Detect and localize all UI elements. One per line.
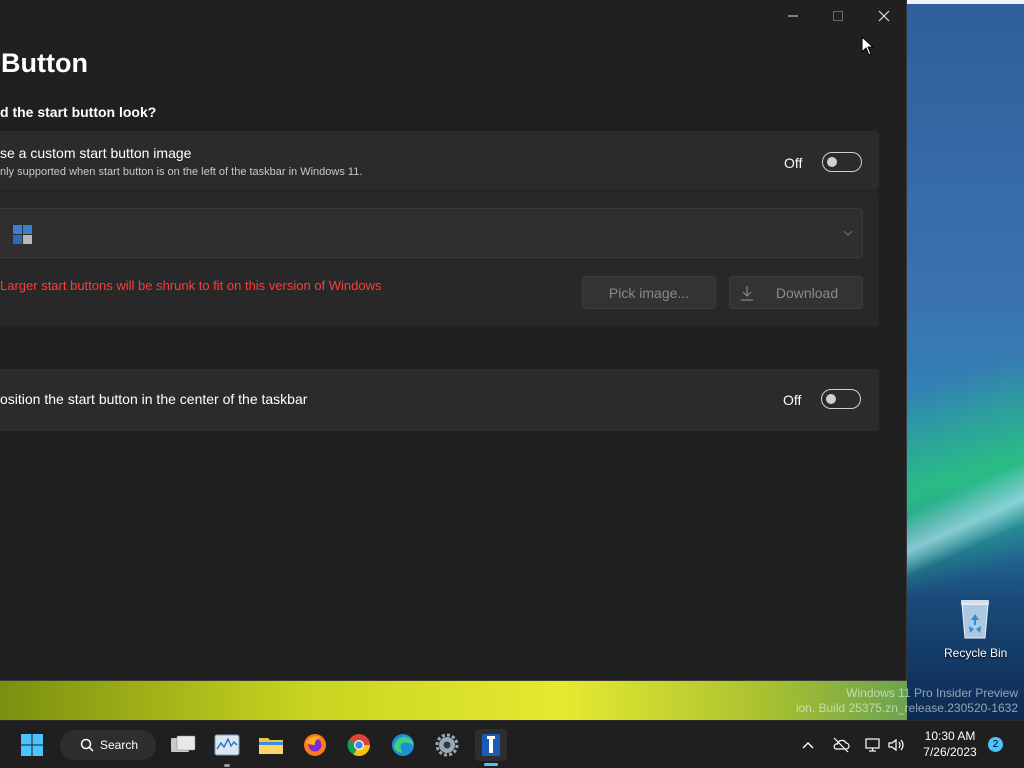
taskbar-clock[interactable]: 10:30 AM 7/26/2023 [916, 728, 984, 760]
download-icon [741, 286, 753, 301]
volume-icon[interactable] [887, 736, 905, 754]
taskbar-app-resource-monitor[interactable] [211, 729, 243, 767]
section-heading: d the start button look? [0, 104, 157, 120]
taskbar-app-file-explorer[interactable] [255, 729, 287, 761]
watermark-build: ion. Build 25375.zn_release.230520-1632 [795, 701, 1018, 715]
taskbar-app-chrome[interactable] [343, 729, 375, 761]
search-label: Search [100, 738, 139, 752]
firefox-icon [304, 734, 326, 756]
resource-monitor-icon [214, 734, 240, 756]
minimize-icon [788, 15, 798, 17]
recycle-bin-icon [958, 596, 992, 640]
task-view-icon [171, 735, 196, 752]
recycle-bin-shortcut[interactable]: Recycle Bin [944, 596, 1008, 660]
custom-image-title: se a custom start button image [0, 145, 192, 161]
chevron-down-icon [843, 230, 853, 236]
custom-image-subtitle: nly supported when start button is on th… [0, 166, 363, 178]
clock-date: 7/26/2023 [923, 745, 977, 759]
maximize-icon [833, 11, 843, 21]
chevron-up-icon[interactable] [800, 737, 816, 753]
clock-time: 10:30 AM [924, 729, 976, 743]
taskbar: Search 10:30 AM 7/26/2023 2 [0, 720, 1024, 768]
start-button[interactable] [16, 729, 48, 761]
download-label: Download [775, 284, 839, 301]
chrome-icon [347, 734, 370, 756]
maximize-button[interactable] [815, 0, 861, 32]
pick-image-button[interactable]: Pick image... [582, 276, 716, 309]
taskbar-app-edge[interactable] [387, 729, 419, 761]
search-icon [80, 738, 94, 752]
close-icon [878, 10, 890, 22]
running-indicator [224, 764, 230, 767]
custom-image-setting-card: se a custom start button image nly suppo… [0, 131, 879, 190]
center-position-title: osition the start button in the center o… [0, 391, 308, 407]
start-tool-app-icon [482, 734, 500, 756]
download-button[interactable]: Download [729, 276, 863, 309]
custom-image-toggle-state: Off [784, 155, 803, 171]
taskbar-search[interactable]: Search [60, 730, 156, 760]
folder-icon [259, 738, 283, 754]
notification-badge[interactable]: 2 [988, 737, 1003, 752]
center-position-setting-card: osition the start button in the center o… [0, 369, 879, 431]
settings-window: Button d the start button look? se a cus… [0, 0, 907, 681]
insider-watermark: Windows 11 Pro Insider Preview ion. Buil… [796, 686, 1018, 716]
edge-icon [392, 734, 414, 756]
center-position-toggle-state: Off [783, 392, 802, 408]
recycle-bin-label: Recycle Bin [944, 646, 1008, 660]
taskbar-app-settings[interactable] [431, 729, 463, 761]
minimize-button[interactable] [770, 0, 816, 32]
size-warning: Larger start buttons will be shrunk to f… [0, 278, 382, 293]
network-icon[interactable] [864, 736, 882, 754]
active-indicator [484, 763, 498, 766]
mouse-cursor-icon [861, 36, 875, 56]
taskbar-app-start-button-tool[interactable] [475, 729, 507, 766]
center-position-toggle[interactable] [821, 389, 861, 409]
task-view-button[interactable] [167, 729, 199, 761]
windows-start-icon [21, 734, 43, 756]
watermark-edition: Windows 11 Pro Insider Preview [846, 686, 1018, 700]
custom-image-toggle[interactable] [822, 152, 862, 172]
windows-logo-icon [13, 225, 33, 245]
gear-icon [435, 733, 459, 757]
page-title: Button [1, 48, 88, 78]
taskbar-app-firefox[interactable] [299, 729, 331, 761]
pick-image-label: Pick image... [608, 284, 690, 301]
close-button[interactable] [861, 0, 907, 32]
start-image-dropdown[interactable] [0, 208, 863, 258]
cloud-off-icon[interactable] [832, 736, 850, 754]
